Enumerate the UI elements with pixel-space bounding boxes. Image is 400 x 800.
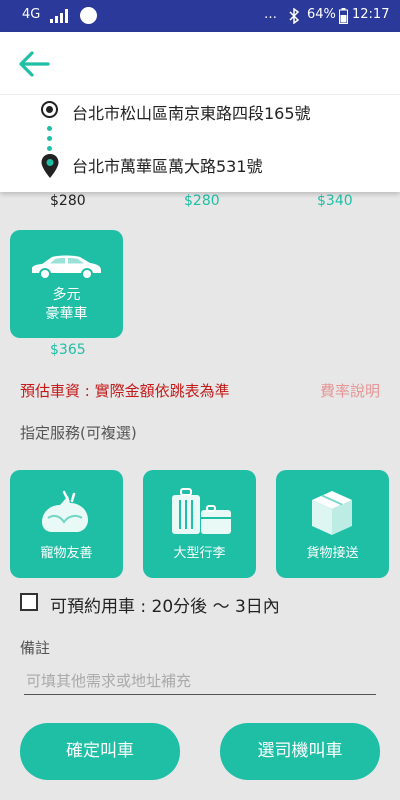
car-icon [32,255,101,280]
service-label: 寵物友善 [40,546,93,561]
signal-icon [50,9,68,23]
destination-pin-icon [41,154,59,178]
car-option-price: $280 [50,193,86,209]
fare-notice: 預估車資 : 實際金額依跳表為準 [20,382,230,400]
reserve-label: 可預約用車 : 20分後 ～ 3日內 [50,597,280,617]
route-connector-icon [47,126,52,154]
notification-dot-icon [80,7,97,24]
battery-icon [339,8,348,24]
pet-icon [42,490,88,532]
route-panel: 台北市松山區南京東路四段165號 台北市萬華區萬大路531號 [0,94,400,190]
service-label: 大型行李 [173,546,226,561]
destination-address[interactable]: 台北市萬華區萬大路531號 [72,153,263,177]
service-package-delivery[interactable]: 貨物接送 [276,470,389,578]
car-option-price: $340 [317,193,353,209]
luggage-icon [172,488,231,534]
reserve-checkbox[interactable] [20,593,38,611]
confirm-ride-button[interactable]: 確定叫車 [20,723,180,780]
more-notifications-icon: … [264,7,277,22]
package-icon [312,491,352,535]
origin-address[interactable]: 台北市松山區南京東路四段165號 [72,100,311,124]
service-label: 貨物接送 [306,546,359,561]
service-pet-friendly[interactable]: 寵物友善 [10,470,123,578]
car-option-label-line2: 豪華車 [45,306,88,322]
services-title: 指定服務(可複選) [20,424,137,442]
back-arrow-icon[interactable] [14,46,54,82]
choose-driver-button[interactable]: 選司機叫車 [220,723,380,780]
origin-marker-icon [41,101,58,118]
car-option-luxury[interactable]: 多元 豪華車 [10,230,123,338]
battery-level: 64% [307,7,336,22]
note-input[interactable] [24,667,376,695]
rate-info-link[interactable]: 費率說明 [320,380,380,401]
service-large-luggage[interactable]: 大型行李 [143,470,256,578]
car-option-price: $365 [50,342,86,358]
network-type: 4G [22,7,41,22]
bluetooth-icon [289,8,299,24]
clock: 12:17 [352,7,390,22]
note-label: 備註 [20,639,51,657]
route-header: 台北市松山區南京東路四段165號 台北市萬華區萬大路531號 [0,32,400,192]
car-option-price: $280 [184,193,220,209]
car-option-label-line1: 多元 [52,287,81,303]
status-bar: 4G … 64% 12:17 [0,0,400,32]
